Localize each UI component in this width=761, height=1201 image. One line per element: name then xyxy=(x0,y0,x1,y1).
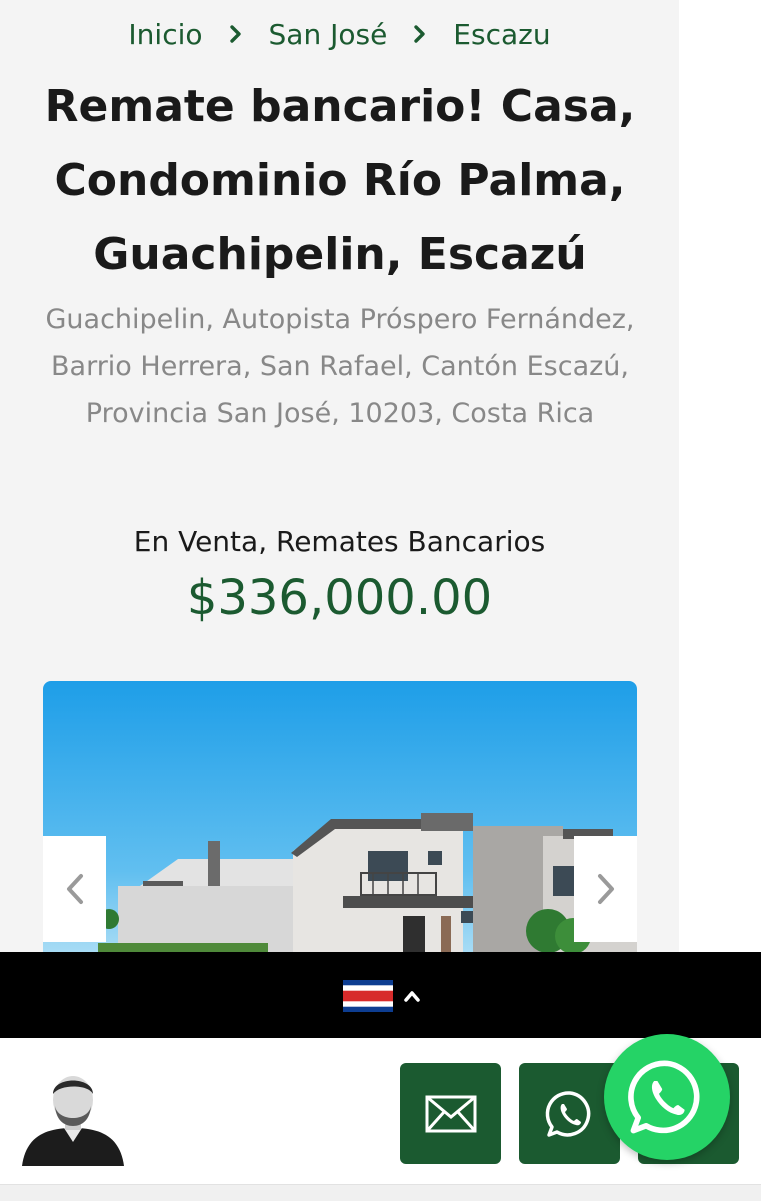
breadcrumb-item-inicio[interactable]: Inicio xyxy=(128,18,202,51)
whatsapp-icon xyxy=(628,1060,700,1134)
envelope-icon xyxy=(425,1095,476,1132)
whatsapp-floating-button[interactable] xyxy=(604,1034,730,1160)
chevron-left-icon xyxy=(66,874,83,904)
language-toggle[interactable] xyxy=(343,978,433,1014)
breadcrumb-item-escazu[interactable]: Escazu xyxy=(453,18,550,51)
chevron-right-icon xyxy=(597,874,614,904)
language-bar xyxy=(0,952,761,1038)
page-title: Remate bancario! Casa, Condominio Río Pa… xyxy=(44,81,636,280)
whatsapp-icon xyxy=(545,1090,590,1137)
gallery-next-button[interactable] xyxy=(574,836,637,942)
image-gallery[interactable] xyxy=(43,681,637,953)
whatsapp-button[interactable] xyxy=(519,1063,620,1164)
breadcrumb: Inicio San José Escazu xyxy=(0,14,679,54)
property-address: Guachipelin, Autopista Próspero Fernánde… xyxy=(45,304,635,429)
listing-price: $336,000.00 xyxy=(186,570,493,626)
chevron-right-icon xyxy=(229,24,243,44)
gallery-prev-button[interactable] xyxy=(43,836,106,942)
bottom-divider xyxy=(0,1184,761,1201)
house-photo xyxy=(43,681,637,953)
listing-status: En Venta, Remates Bancarios xyxy=(133,525,546,558)
email-button[interactable] xyxy=(400,1063,501,1164)
chevron-right-icon xyxy=(413,24,427,44)
breadcrumb-item-san-jose[interactable]: San José xyxy=(269,18,388,51)
chevron-up-icon xyxy=(404,991,420,1002)
costa-rica-flag-icon xyxy=(343,980,393,1012)
agent-avatar[interactable] xyxy=(20,1070,126,1166)
